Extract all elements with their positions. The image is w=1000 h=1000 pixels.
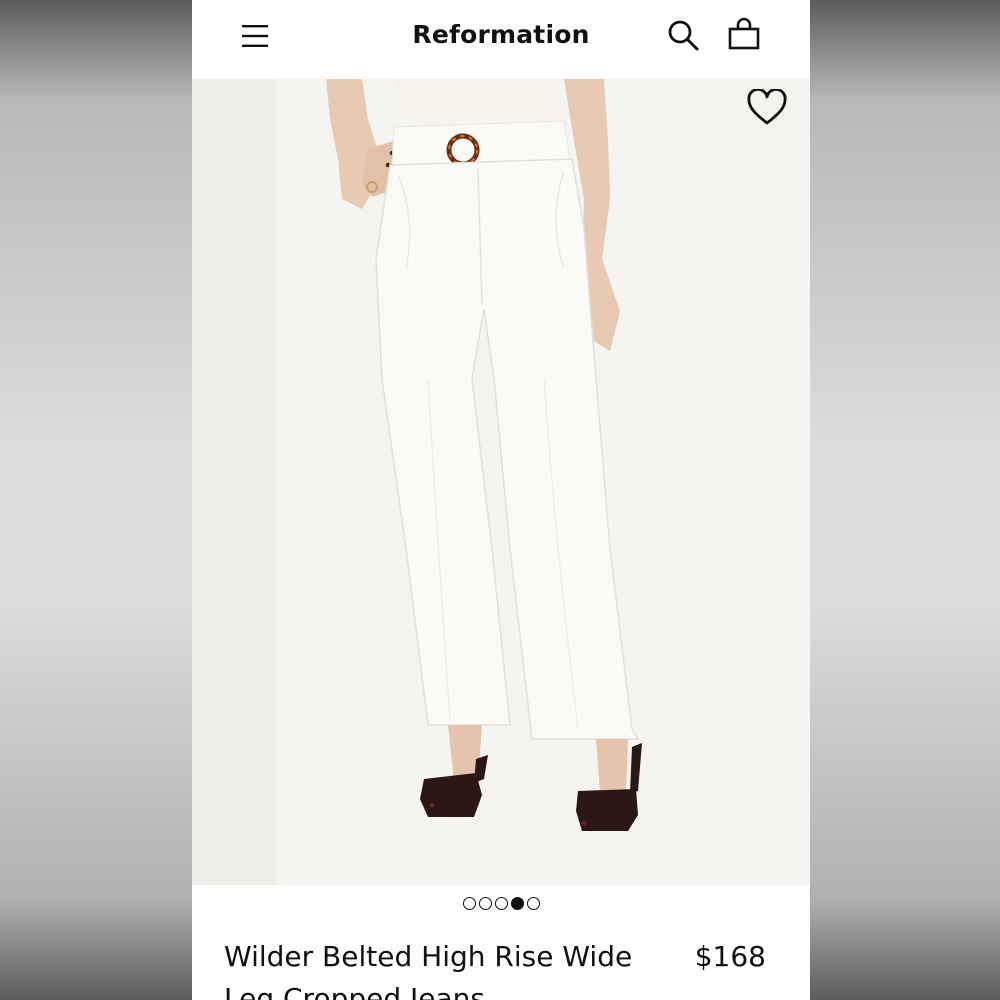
search-icon[interactable] (666, 18, 700, 52)
left-backdrop (0, 0, 192, 1000)
shopping-bag-icon[interactable] (728, 17, 760, 51)
carousel-dot[interactable] (462, 897, 476, 910)
brand-logo[interactable]: Reformation (192, 20, 810, 49)
right-backdrop (810, 0, 1000, 1000)
heart-icon[interactable] (746, 89, 788, 127)
image-carousel-indicator (192, 897, 810, 913)
mobile-screen: Reformation Wilder Belted High Rise Wide… (192, 0, 810, 1000)
carousel-dot-active[interactable] (510, 897, 524, 910)
carousel-dot[interactable] (494, 897, 508, 910)
product-price: $168 (694, 940, 766, 973)
product-title: Wilder Belted High Rise Wide Leg Cropped… (224, 940, 633, 1000)
product-photo (192, 79, 810, 885)
carousel-dot[interactable] (478, 897, 492, 910)
top-nav-bar: Reformation (192, 0, 810, 79)
product-image[interactable] (192, 79, 810, 885)
carousel-dot[interactable] (526, 897, 540, 910)
